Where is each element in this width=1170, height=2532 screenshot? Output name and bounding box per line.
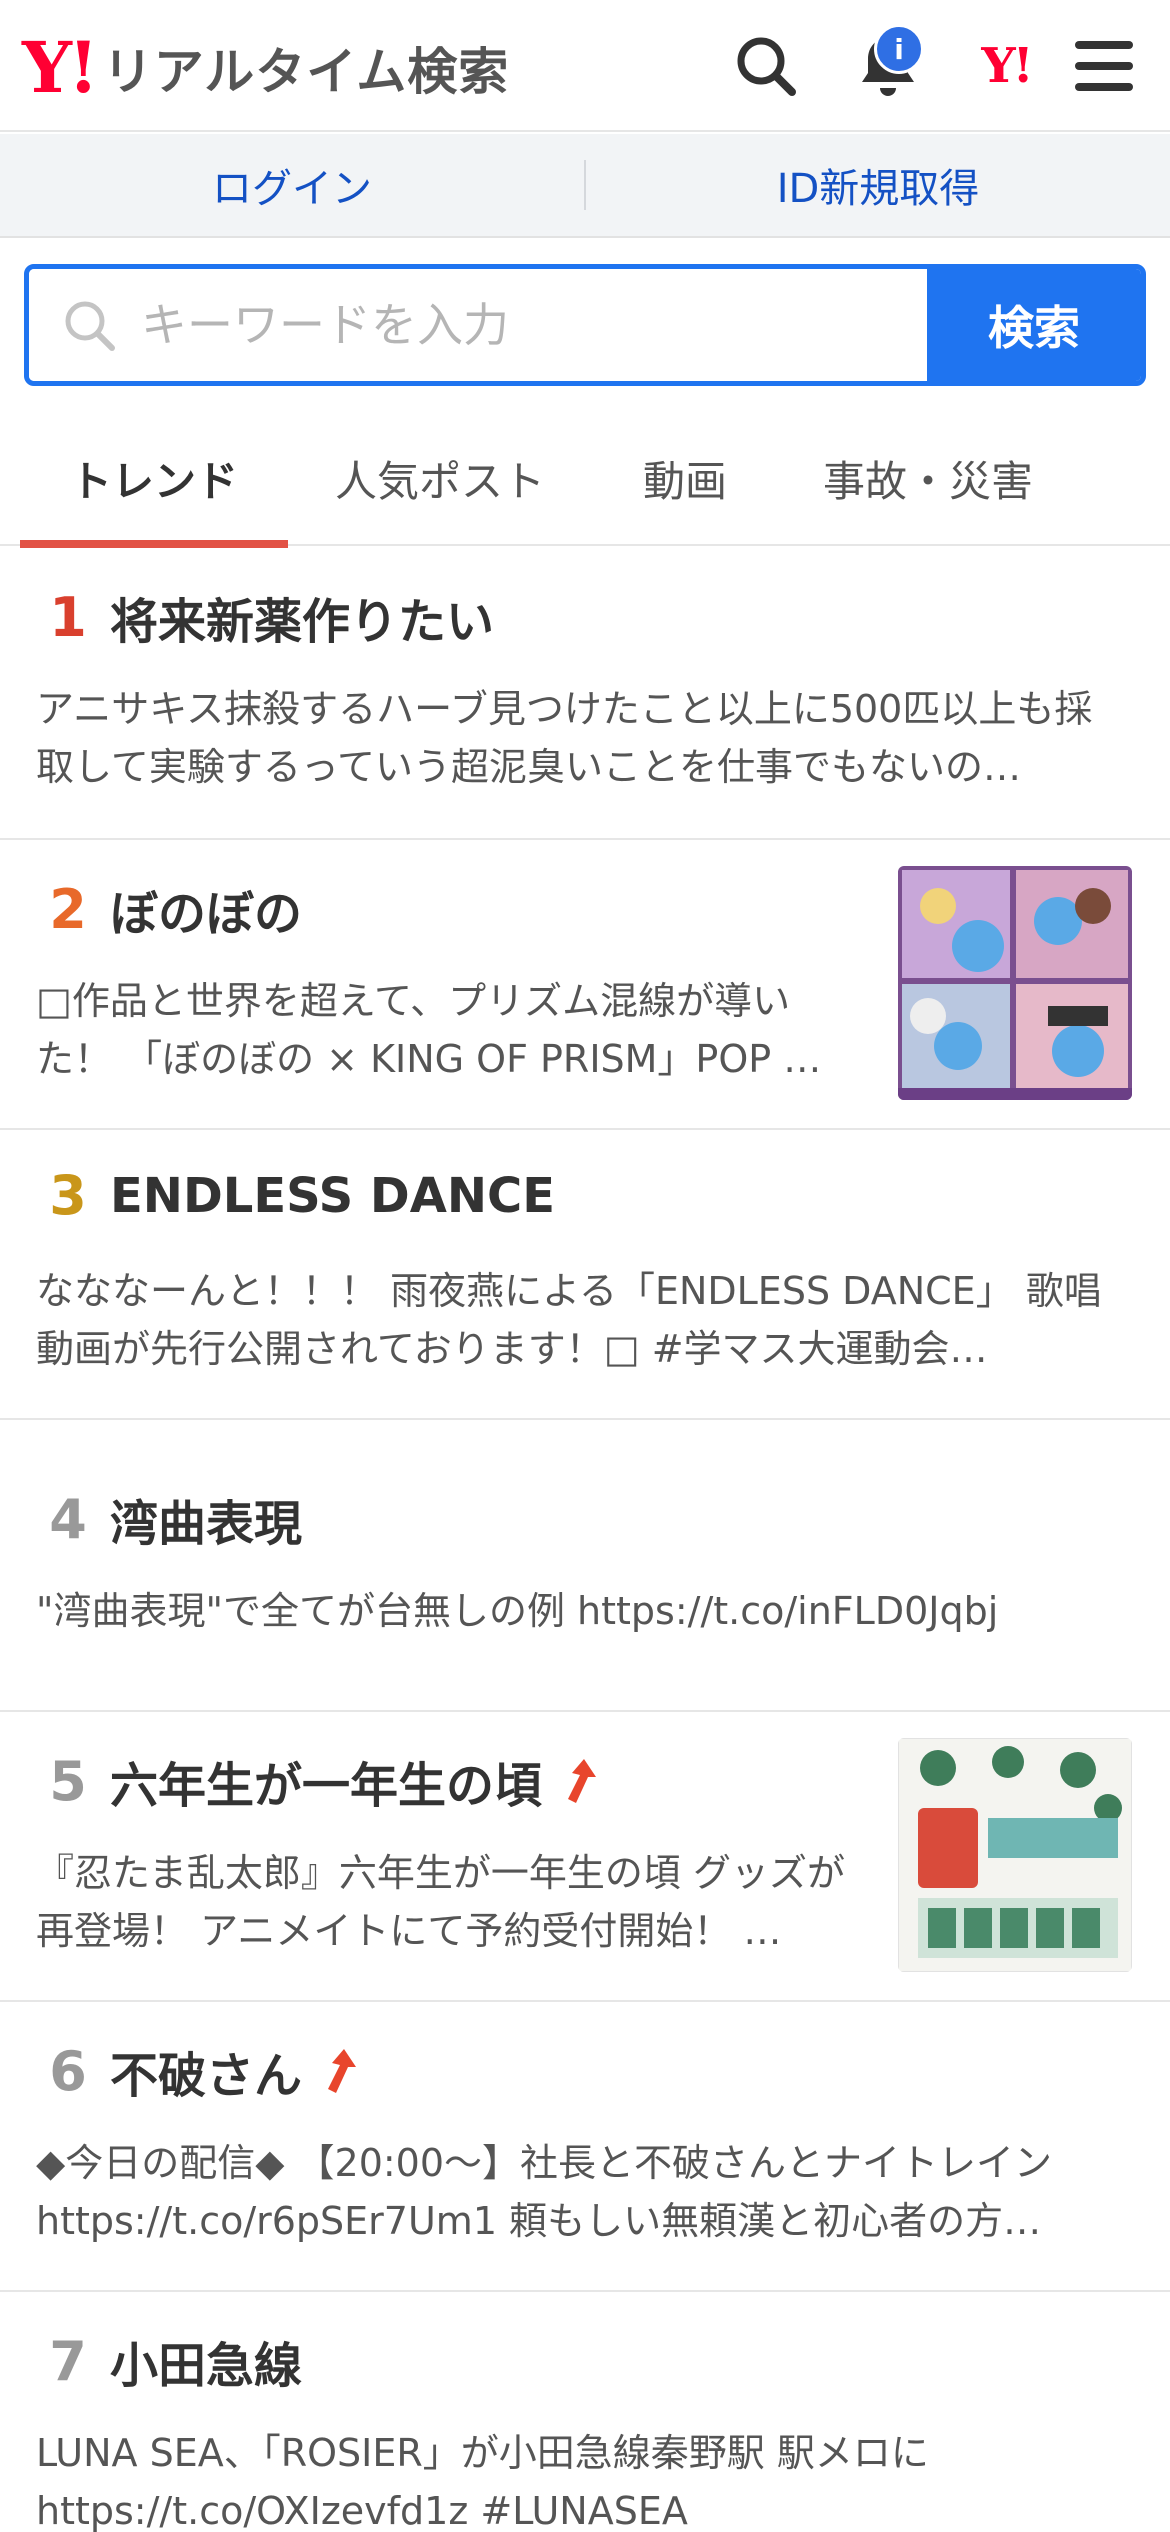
trend-description: ◆今日の配信◆ 【20:00〜】社長と不破さんとナイトレイン https://t… [36, 2141, 1053, 2243]
trend-title-row: 4 湾曲表現 [36, 1484, 302, 1554]
search-input[interactable] [141, 298, 841, 352]
trend-rank: 1 [49, 585, 87, 649]
trend-description: □作品と世界を超えて、プリズム混線が導いた！ 「ぼのぼの × KING OF P… [36, 979, 822, 1081]
logo-title: リアルタイム検索 [102, 43, 510, 101]
trend-description: アニサキス抹殺するハーブ見つけたこと以上に500匹以上も採取して実験するっていう… [36, 687, 1093, 789]
tab-accidents-disasters[interactable]: 事故・災害 [790, 410, 1066, 546]
trend-thumbnail[interactable] [898, 866, 1132, 1100]
trend-description: LUNA SEA、「ROSIER」が小田急線秦野駅 駅メロに https://t… [36, 2431, 929, 2532]
yahoo-top-icon[interactable]: Y! [964, 24, 1048, 108]
search-icon[interactable] [724, 24, 808, 108]
yahoo-realtime-logo[interactable]: Y! リアルタイム検索 [22, 28, 509, 108]
trend-title-row: 3 ENDLESS DANCE [36, 1164, 555, 1227]
trend-title-row: 2 ぼのぼの [36, 874, 302, 944]
trend-item-7[interactable]: 7 小田急線 LUNA SEA、「ROSIER」が小田急線秦野駅 駅メロに ht… [0, 2292, 1170, 2532]
search-field-icon [65, 301, 115, 351]
trend-title: 小田急線 [110, 2338, 303, 2394]
trend-item-1[interactable]: 1 将来新薬作りたい アニサキス抹殺するハーブ見つけたこと以上に500匹以上も採… [0, 548, 1170, 840]
trend-item-4[interactable]: 4 湾曲表現 "湾曲表現"で全てが台無しの例 https://t.co/inFL… [0, 1420, 1170, 1712]
trend-description: 『忍たま乱太郎』六年生が一年生の頃 グッズが再登場！ アニメイトにて予約受付開始… [36, 1851, 845, 1953]
rising-arrow-icon [568, 1759, 597, 1803]
trend-description: "湾曲表現"で全てが台無しの例 https://t.co/inFLD0Jqbj [36, 1589, 999, 1633]
trend-title-row: 5 六年生が一年生の頃 [36, 1746, 598, 1816]
app-header: Y! リアルタイム検索 i Y! [0, 0, 1170, 132]
trend-title-row: 1 将来新薬作りたい [36, 582, 494, 652]
yahoo-logo-mark: Y! [22, 26, 99, 109]
tab-trend[interactable]: トレンド [20, 410, 288, 548]
trend-title: 将来新薬作りたい [110, 594, 495, 650]
login-link[interactable]: ログイン [0, 134, 584, 236]
menu-icon[interactable] [1062, 24, 1146, 108]
trend-rank: 7 [49, 2329, 87, 2393]
search-button[interactable]: 検索 [927, 269, 1141, 381]
notification-bell-icon[interactable]: i [846, 24, 930, 108]
search-field[interactable] [29, 269, 927, 381]
trend-rank: 4 [49, 1487, 87, 1551]
trend-title-row: 7 小田急線 [36, 2326, 302, 2396]
trend-item-3[interactable]: 3 ENDLESS DANCE なななーんと！！！ 雨夜燕による「ENDLESS… [0, 1130, 1170, 1420]
yahoo-y-mark: Y! [981, 38, 1033, 94]
account-bar: ログイン ID新規取得 [0, 134, 1170, 238]
trend-title-row: 6 不破さん [36, 2036, 358, 2106]
trend-item-6[interactable]: 6 不破さん ◆今日の配信◆ 【20:00〜】社長と不破さんとナイトレイン ht… [0, 2002, 1170, 2292]
trend-title: ぼのぼの [110, 886, 303, 942]
trend-title: 不破さん [110, 2048, 303, 2104]
trend-rank: 3 [49, 1164, 87, 1227]
trend-thumbnail[interactable] [898, 1738, 1132, 1972]
notification-badge: i [874, 24, 924, 74]
trend-item-5[interactable]: 5 六年生が一年生の頃 『忍たま乱太郎』六年生が一年生の頃 グッズが再登場！ ア… [0, 1712, 1170, 2002]
trend-rank: 6 [49, 2039, 87, 2103]
rising-arrow-icon [328, 2049, 357, 2093]
trend-description: なななーんと！！！ 雨夜燕による「ENDLESS DANCE」 歌唱動画が先行公… [36, 1269, 1102, 1371]
category-tabs: トレンド 人気ポスト 動画 事故・災害 [0, 410, 1170, 548]
trend-item-2[interactable]: 2 ぼのぼの □作品と世界を超えて、プリズム混線が導いた！ 「ぼのぼの × KI… [0, 840, 1170, 1130]
trend-title: 六年生が一年生の頃 [110, 1758, 543, 1814]
trend-title: ENDLESS DANCE [110, 1167, 556, 1224]
trend-title: 湾曲表現 [110, 1496, 303, 1552]
tab-popular-posts[interactable]: 人気ポスト [300, 410, 580, 546]
register-link[interactable]: ID新規取得 [586, 134, 1170, 236]
trend-rank: 2 [49, 877, 87, 941]
search-box: 検索 [24, 264, 1146, 386]
tab-videos[interactable]: 動画 [600, 410, 770, 546]
trend-rank: 5 [49, 1749, 87, 1813]
